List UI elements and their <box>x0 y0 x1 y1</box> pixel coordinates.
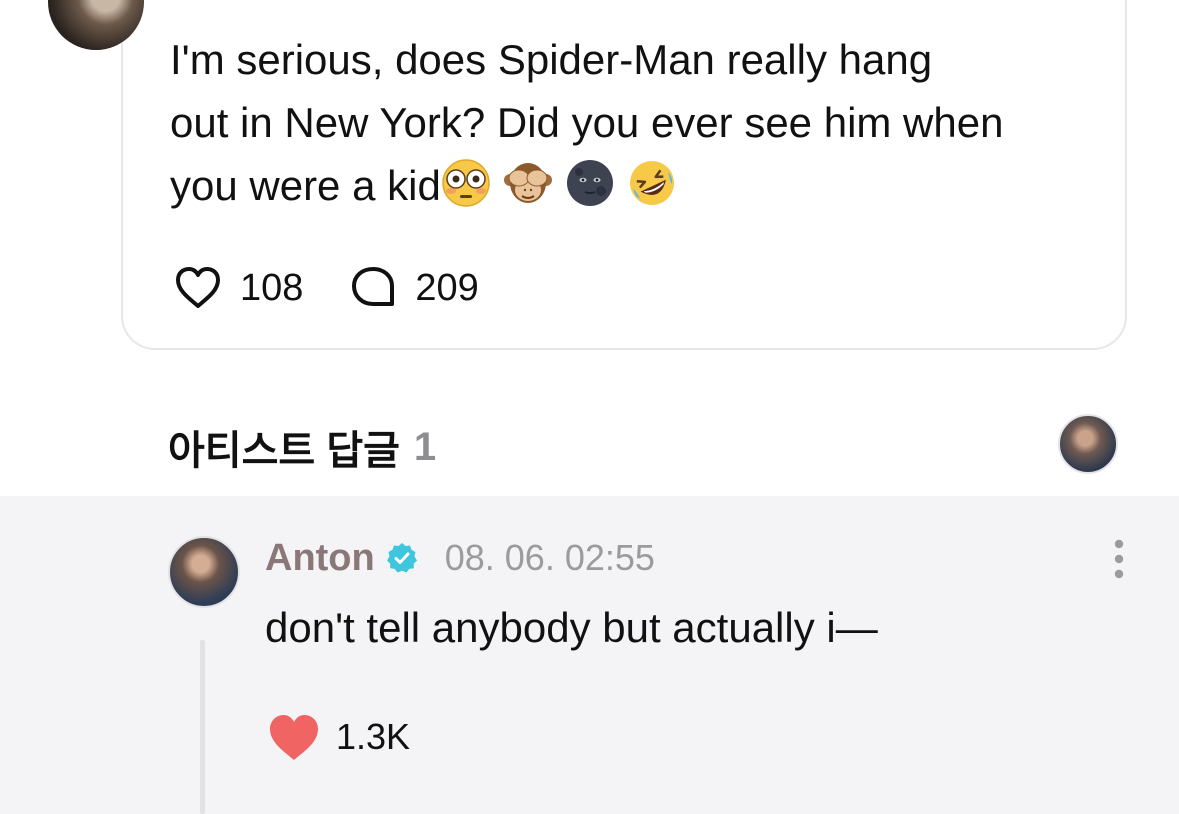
post-text-line: out in New York? Did you ever see him wh… <box>170 99 1004 146</box>
heart-filled-icon <box>270 715 318 760</box>
flushed-face-emoji-icon <box>442 159 490 207</box>
verified-badge-icon <box>386 543 417 573</box>
new-moon-face-emoji-icon <box>566 160 613 206</box>
post-text-line: I'm serious, does Spider-Man really hang <box>170 36 933 83</box>
artist-replies-title: 아티스트 답글 <box>168 429 400 473</box>
reply-text: don't tell anybody but actually i— <box>265 604 878 651</box>
reply-timestamp: 08. 06. 02:55 <box>444 537 655 578</box>
like-count: 108 <box>240 266 304 309</box>
reply-author-avatar[interactable] <box>168 536 240 608</box>
post-actions: 108 209 <box>172 262 523 314</box>
artist-avatar[interactable] <box>1058 414 1118 474</box>
post-text: I'm serious, does Spider-Man really hang… <box>170 28 1110 217</box>
like-button[interactable]: 108 <box>172 262 303 314</box>
heart-outline-icon <box>176 267 220 308</box>
reply-like-button[interactable]: 1.3K <box>266 710 410 764</box>
reply-like-count: 1.3K <box>336 716 411 757</box>
emoji-row <box>441 159 689 209</box>
artist-replies-count: 1 <box>413 424 437 469</box>
thread-line <box>200 640 205 814</box>
reply-header: Anton 08. 06. 02:55 <box>265 534 655 582</box>
comment-button[interactable]: 209 <box>347 262 479 314</box>
artist-replies-header: 아티스트 답글 1 <box>168 418 436 476</box>
more-vertical-icon[interactable] <box>1104 538 1134 580</box>
see-no-evil-monkey-emoji-icon <box>503 163 552 203</box>
speech-bubble-icon <box>352 267 395 306</box>
rolling-on-floor-laughing-emoji-icon <box>629 161 674 205</box>
post-text-line: you were a kid <box>170 162 441 209</box>
comment-count: 209 <box>415 266 479 309</box>
reply-author-name[interactable]: Anton <box>265 537 375 580</box>
